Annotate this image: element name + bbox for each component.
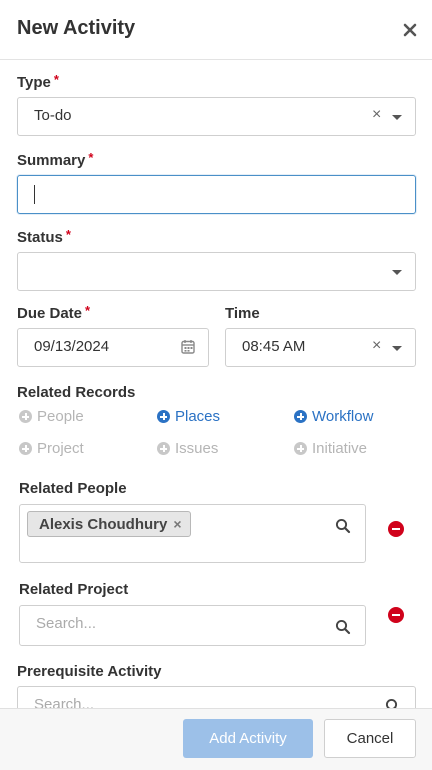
plus-circle-icon [19, 410, 32, 423]
calendar-icon[interactable] [181, 339, 195, 354]
search-icon[interactable] [335, 518, 351, 534]
related-project-placeholder: Search... [36, 615, 97, 632]
related-record-label: Project [37, 440, 84, 457]
summary-input[interactable] [17, 175, 416, 214]
related-record-label: Issues [175, 440, 219, 457]
related-places-toggle[interactable]: Places [157, 408, 220, 425]
required-marker: * [65, 227, 71, 242]
plus-circle-icon [294, 410, 307, 423]
status-select[interactable] [17, 252, 416, 291]
dialog-footer: Add Activity Cancel [0, 708, 432, 770]
chevron-down-icon[interactable] [392, 346, 402, 351]
time-clear-icon[interactable]: × [372, 337, 381, 355]
summary-label: Summary * [17, 150, 94, 169]
due-date-value: 09/13/2024 [34, 338, 110, 355]
cancel-button[interactable]: Cancel [324, 719, 416, 758]
related-issues-toggle[interactable]: Issues [157, 440, 218, 457]
text-cursor [34, 185, 35, 204]
related-record-label: Workflow [312, 408, 374, 425]
remove-related-people-icon[interactable] [388, 521, 404, 537]
required-marker: * [53, 72, 59, 87]
related-people-toggle[interactable]: People [19, 408, 84, 425]
tag-remove-icon[interactable]: × [173, 516, 181, 532]
related-record-label: Initiative [312, 440, 368, 457]
related-project-label: Related Project [19, 581, 129, 598]
plus-circle-icon [157, 410, 170, 423]
time-select[interactable]: 08:45 AM × [225, 328, 416, 367]
dialog-header: New Activity [0, 0, 432, 60]
required-marker: * [88, 150, 94, 165]
related-record-label: Places [175, 408, 221, 425]
time-label: Time [225, 305, 260, 322]
due-date-label: Due Date * [17, 303, 91, 322]
add-activity-button[interactable]: Add Activity [183, 719, 313, 758]
close-icon[interactable] [402, 22, 418, 38]
due-date-input[interactable]: 09/13/2024 [17, 328, 209, 367]
type-clear-icon[interactable]: × [372, 106, 381, 124]
chevron-down-icon[interactable] [392, 115, 402, 120]
plus-circle-icon [157, 442, 170, 455]
time-value: 08:45 AM [242, 338, 306, 355]
plus-circle-icon [19, 442, 32, 455]
related-project-toggle[interactable]: Project [19, 440, 84, 457]
required-marker: * [85, 303, 91, 318]
person-tag: Alexis Choudhury × [27, 511, 191, 537]
type-value: To-do [34, 107, 72, 124]
type-label: Type * [17, 72, 59, 91]
related-workflow-toggle[interactable]: Workflow [294, 408, 373, 425]
related-initiative-toggle[interactable]: Initiative [294, 440, 367, 457]
search-icon[interactable] [335, 619, 351, 635]
status-label: Status * [17, 227, 71, 246]
related-record-label: People [37, 408, 84, 425]
remove-related-project-icon[interactable] [388, 607, 404, 623]
type-select[interactable]: To-do × [17, 97, 416, 136]
related-people-input[interactable]: Alexis Choudhury × [19, 504, 366, 563]
related-people-label: Related People [19, 480, 127, 497]
dialog-title: New Activity [17, 17, 136, 39]
chevron-down-icon[interactable] [392, 270, 402, 275]
plus-circle-icon [294, 442, 307, 455]
related-project-input[interactable]: Search... [19, 605, 366, 646]
person-tag-label: Alexis Choudhury [39, 515, 168, 533]
prerequisite-activity-label: Prerequisite Activity [17, 663, 162, 680]
related-records-label: Related Records [17, 384, 136, 401]
